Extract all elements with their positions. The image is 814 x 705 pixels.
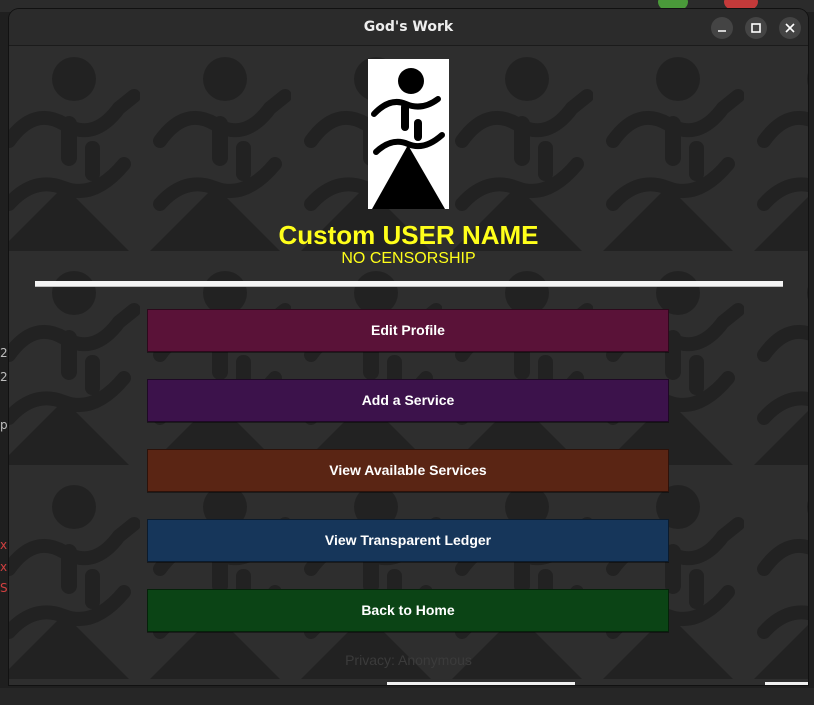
- background-text-fragment: x: [0, 560, 8, 574]
- background-text-fragment: x: [0, 538, 8, 552]
- privacy-label: Privacy: Anonymous: [345, 652, 472, 668]
- minimize-button[interactable]: [711, 17, 733, 39]
- user-name-heading: Custom USER NAME: [278, 220, 539, 250]
- app-logo: [368, 59, 449, 209]
- view-services-button[interactable]: View Available Services: [147, 449, 669, 492]
- view-ledger-button[interactable]: View Transparent Ledger: [147, 519, 669, 562]
- horizontal-scrollbar-thumb[interactable]: [387, 682, 575, 685]
- desktop-bottom-strip: [0, 688, 814, 705]
- back-home-button[interactable]: Back to Home: [147, 589, 669, 632]
- scrollbar-segment[interactable]: [765, 682, 808, 685]
- maximize-icon: [751, 23, 761, 33]
- app-window: God's Work Custom USER NAME NO CENSORSHI…: [9, 9, 808, 685]
- header-divider: [35, 281, 783, 287]
- close-button[interactable]: [779, 17, 801, 39]
- tagline-text: NO CENSORSHIP: [341, 250, 476, 267]
- maximize-button[interactable]: [745, 17, 767, 39]
- close-icon: [785, 23, 795, 33]
- runner-logo-icon: [371, 68, 445, 209]
- add-service-button[interactable]: Add a Service: [147, 379, 669, 422]
- window-title: God's Work: [363, 19, 454, 35]
- main-content: Custom USER NAME NO CENSORSHIP Edit Prof…: [9, 46, 808, 685]
- minimize-icon: [718, 30, 726, 32]
- background-text-fragment: p: [0, 418, 8, 432]
- title-bar[interactable]: God's Work: [9, 9, 808, 46]
- edit-profile-button[interactable]: Edit Profile: [147, 309, 669, 352]
